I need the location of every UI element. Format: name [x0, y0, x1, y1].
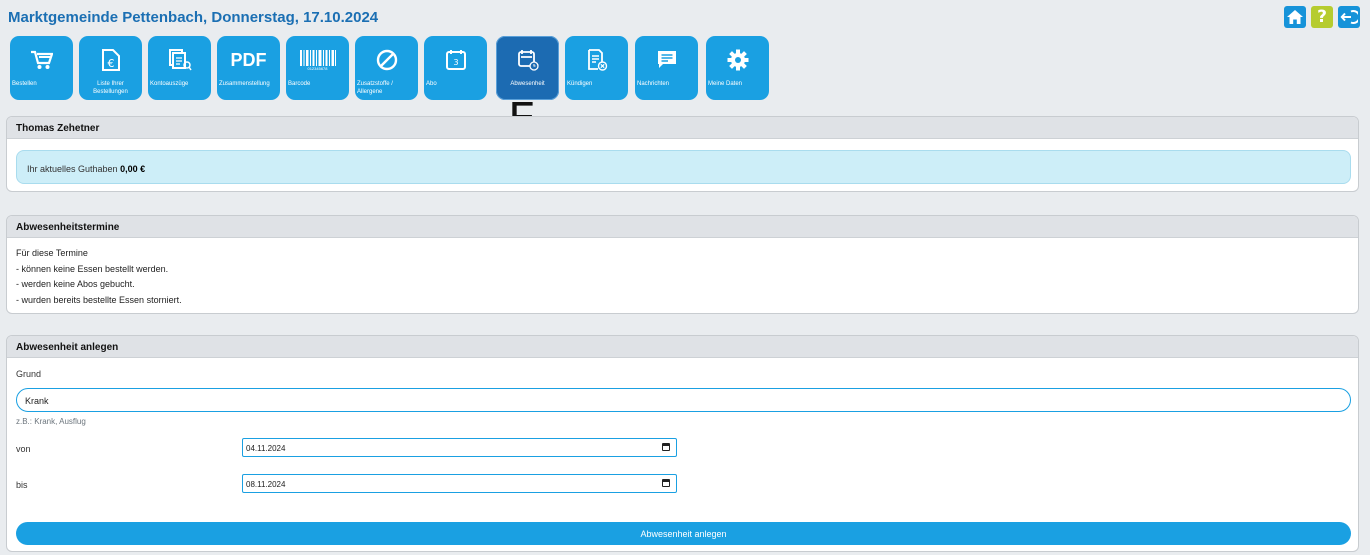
balance-label: Ihr aktuelles Guthaben: [27, 164, 118, 174]
nav-label: Meine Daten: [708, 81, 743, 87]
svg-text:€: €: [107, 57, 114, 70]
calendar-icon[interactable]: [662, 443, 670, 451]
to-label: bis: [16, 480, 28, 490]
statement-search-icon: [148, 46, 211, 74]
nav-barcode[interactable]: 012345678 Barcode: [286, 36, 349, 100]
reason-label: Grund: [16, 369, 42, 379]
account-name: Thomas Zehetner: [7, 117, 1358, 139]
calendar-icon: 3: [424, 46, 487, 74]
submit-button[interactable]: Abwesenheit anlegen: [16, 522, 1351, 545]
cart-icon: [10, 46, 73, 74]
nav-label: Zusatzstoffe / Allergene: [357, 81, 393, 95]
nav-label: Zusammenstellung: [219, 81, 270, 87]
from-label: von: [16, 444, 31, 454]
nav-kontoauszuege[interactable]: Kontoauszüge: [148, 36, 211, 100]
gear-icon: [706, 46, 769, 74]
svg-text:3: 3: [453, 58, 458, 67]
nav-liste-bestellungen[interactable]: € Liste Ihrer Bestellungen: [79, 36, 142, 100]
to-date-input[interactable]: 08.11.2024: [242, 474, 677, 493]
top-bar: Marktgemeinde Pettenbach, Donnerstag, 17…: [0, 0, 1370, 34]
from-date-value: 04.11.2024: [246, 444, 286, 453]
absence-info-title: Abwesenheitstermine: [7, 216, 1358, 238]
nav-label: Barcode: [288, 81, 311, 87]
balance-alert: Ihr aktuelles Guthaben 0,00 €: [16, 150, 1351, 184]
info-line: - wurden bereits bestellte Essen stornie…: [16, 294, 182, 305]
help-icon[interactable]: ?: [1311, 6, 1333, 28]
barcode-icon: 012345678: [286, 46, 349, 74]
absence-form-title: Abwesenheit anlegen: [7, 336, 1358, 358]
reason-input[interactable]: Krank: [16, 388, 1351, 412]
nav-zusammenstellung[interactable]: PDF Zusammenstellung: [217, 36, 280, 100]
nav-label: Kontoauszüge: [150, 81, 189, 87]
calendar-icon[interactable]: [662, 479, 670, 487]
nav-abwesenheit[interactable]: Abwesenheit: [496, 36, 559, 100]
nav-label: Nachrichten: [637, 81, 670, 87]
info-line: - können keine Essen bestellt werden.: [16, 263, 169, 274]
page-title: Marktgemeinde Pettenbach, Donnerstag, 17…: [8, 9, 379, 26]
nav-kuendigen[interactable]: Kündigen: [565, 36, 628, 100]
to-date-value: 08.11.2024: [246, 480, 286, 489]
nav-abo[interactable]: 3 Abo: [424, 36, 487, 100]
document-cancel-icon: [565, 46, 628, 74]
corner-actions: ?: [1284, 6, 1360, 28]
account-panel: Thomas Zehetner Ihr aktuelles Guthaben 0…: [6, 116, 1359, 192]
euro-document-icon: €: [79, 46, 142, 74]
logout-icon[interactable]: [1338, 6, 1360, 28]
message-icon: [635, 46, 698, 74]
prohibited-icon: [355, 46, 418, 74]
nav-label: Liste Ihrer Bestellungen: [93, 81, 128, 95]
absence-info-panel: Abwesenheitstermine Für diese Termine - …: [6, 215, 1359, 314]
nav-zusatzstoffe[interactable]: Zusatzstoffe / Allergene: [355, 36, 418, 100]
from-date-input[interactable]: 04.11.2024: [242, 438, 677, 457]
reason-hint: z.B.: Krank, Ausflug: [16, 417, 86, 426]
nav-label: Abo: [426, 81, 437, 87]
info-line: Für diese Termine: [16, 248, 88, 258]
balance-value: 0,00 €: [120, 164, 146, 174]
nav-meine-daten[interactable]: Meine Daten: [706, 36, 769, 100]
nav-bestellen[interactable]: Bestellen: [10, 36, 73, 100]
nav-label: Kündigen: [567, 81, 593, 87]
absence-form-panel: Abwesenheit anlegen Grund Krank z.B.: Kr…: [6, 335, 1359, 552]
nav-label: Abwesenheit: [510, 81, 545, 87]
info-line: - werden keine Abos gebucht.: [16, 279, 135, 289]
home-icon[interactable]: [1284, 6, 1306, 28]
nav-label: Bestellen: [12, 81, 37, 87]
pdf-icon: PDF: [230, 49, 267, 70]
nav-nachrichten[interactable]: Nachrichten: [635, 36, 698, 100]
absence-info-text: Für diese Termine - können keine Essen b…: [7, 238, 1358, 308]
calendar-clock-icon: [496, 46, 559, 74]
